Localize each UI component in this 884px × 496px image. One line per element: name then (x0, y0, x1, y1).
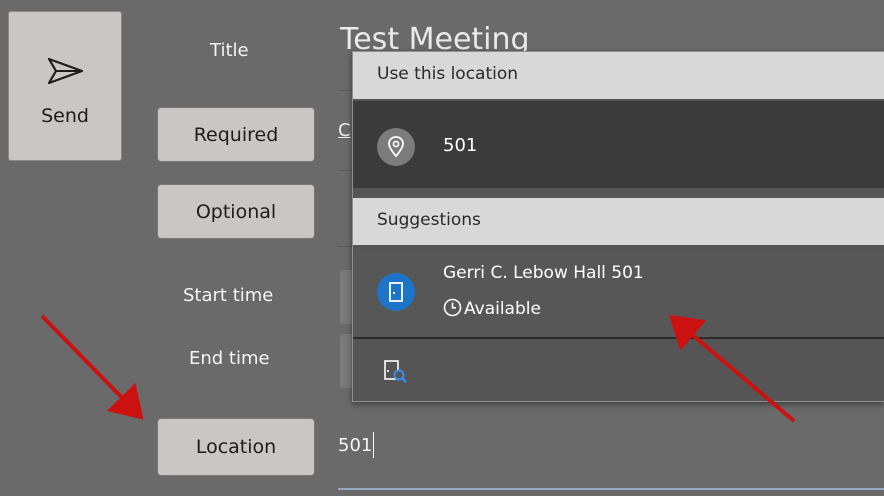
end-time-label: End time (189, 348, 270, 369)
location-input[interactable]: 501 (338, 432, 375, 458)
required-label: Required (193, 123, 279, 146)
room-door-icon (377, 273, 415, 311)
suggestion-item[interactable]: Gerri C. Lebow Hall 501 Available (353, 251, 884, 337)
use-location-value: 501 (443, 135, 478, 156)
suggestion-status: Available (443, 298, 541, 322)
location-underline (338, 488, 884, 490)
availability-text: Available (464, 299, 541, 319)
room-search-icon (383, 359, 409, 389)
suggestion-name: Gerri C. Lebow Hall 501 (443, 263, 644, 283)
location-label: Location (195, 436, 277, 458)
send-button[interactable]: Send (8, 11, 122, 161)
optional-label: Optional (195, 200, 277, 223)
browse-rooms-option[interactable] (353, 339, 884, 401)
send-label: Send (41, 105, 89, 127)
suggestions-header: Suggestions (353, 198, 884, 245)
send-icon (46, 56, 86, 90)
use-this-location-option[interactable]: 501 (353, 101, 884, 188)
text-caret (373, 432, 375, 458)
location-suggestions-dropdown: Use this location 501 Suggestions Gerri … (352, 51, 884, 402)
start-time-label: Start time (183, 285, 274, 306)
required-attendee-partial[interactable]: C (338, 120, 351, 141)
title-label: Title (210, 40, 249, 61)
location-button[interactable]: Location (157, 418, 315, 476)
location-pin-icon (377, 128, 415, 166)
optional-button[interactable]: Optional (157, 184, 315, 239)
clock-icon (443, 298, 462, 322)
use-location-header: Use this location (353, 52, 884, 99)
location-input-value: 501 (338, 434, 373, 456)
arrow-to-location (40, 314, 144, 420)
required-button[interactable]: Required (157, 107, 315, 162)
